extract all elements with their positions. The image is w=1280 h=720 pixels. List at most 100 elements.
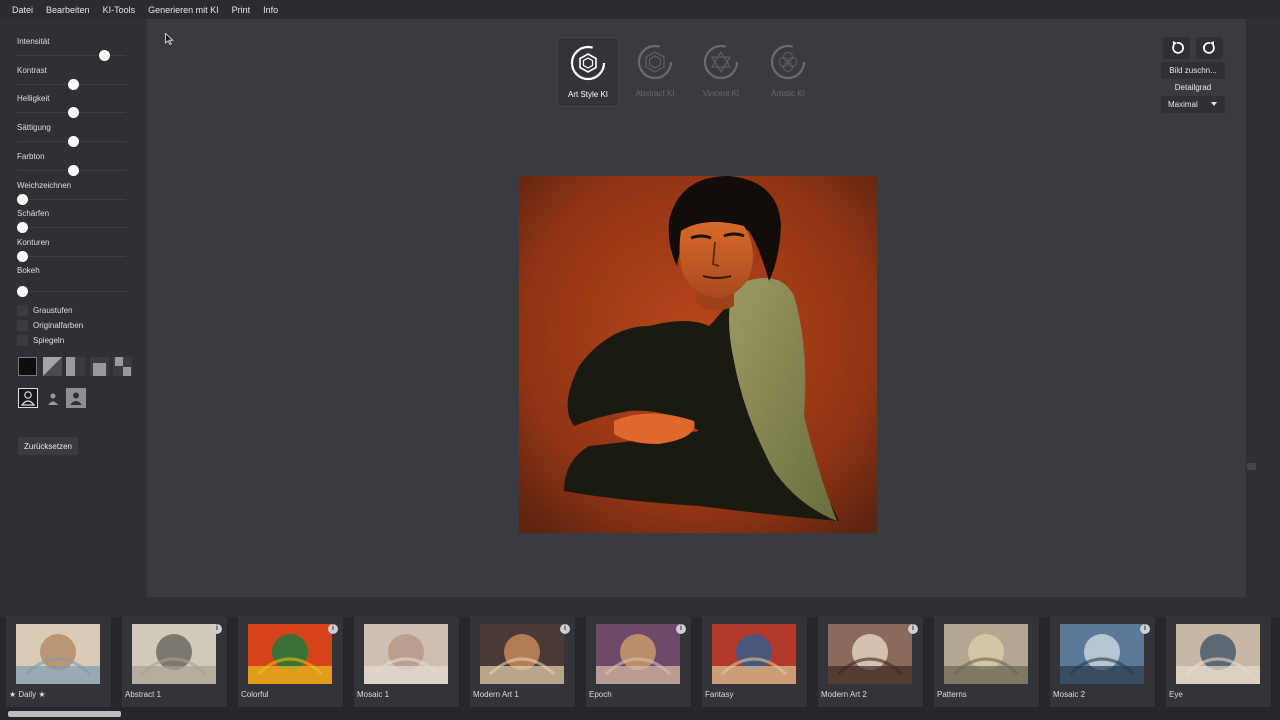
style-preview-image: [828, 624, 912, 684]
info-icon[interactable]: i: [1140, 624, 1150, 634]
mouse-cursor-icon: [165, 33, 174, 45]
slider-knob[interactable]: [17, 222, 28, 233]
hexagon-pattern-icon: [637, 44, 673, 80]
slider-label: Schärfen: [17, 209, 50, 218]
tab-label: Vincent KI: [702, 89, 740, 98]
style-label: Patterns: [937, 690, 967, 699]
style-preview-image: [248, 624, 332, 684]
checkbox-label: Originalfarben: [33, 320, 84, 330]
style-thumb[interactable]: Eye: [1166, 617, 1271, 707]
reset-button[interactable]: Zurücksetzen: [18, 437, 78, 455]
checkbox-spiegeln[interactable]: Spiegeln: [17, 334, 64, 346]
tab-art-style-ki[interactable]: Art Style KI: [557, 37, 619, 107]
style-thumb[interactable]: Patterns: [934, 617, 1039, 707]
checkbox-originalfarben[interactable]: Originalfarben: [17, 319, 83, 331]
tab-artistic-ki[interactable]: Artistic KI: [757, 37, 819, 107]
style-label: Mosaic 1: [357, 690, 390, 699]
menu-info[interactable]: Info: [263, 5, 278, 15]
slider-track[interactable]: [17, 55, 126, 56]
style-thumb[interactable]: Mosaic 1: [354, 617, 459, 707]
style-preview-image: [944, 624, 1028, 684]
slider-knob[interactable]: [98, 50, 110, 61]
menu-print[interactable]: Print: [232, 5, 251, 15]
slider-label: Sättigung: [17, 123, 51, 132]
slider-knob[interactable]: [68, 107, 79, 118]
undo-icon: [1171, 41, 1184, 54]
menu-datei[interactable]: Datei: [12, 5, 33, 15]
slider-track[interactable]: [17, 291, 126, 292]
hexagon-ring-icon: [570, 45, 606, 81]
slider-knob[interactable]: [68, 136, 79, 147]
redo-icon: [1202, 41, 1215, 54]
person-small-icon[interactable]: [43, 388, 63, 408]
checkbox-box[interactable]: [17, 304, 28, 316]
detail-level-label: Detailgrad: [1174, 83, 1212, 92]
slider-knob[interactable]: [68, 165, 79, 176]
info-icon[interactable]: i: [908, 624, 918, 634]
slider-track[interactable]: [17, 227, 126, 228]
filmstrip-scrollbar[interactable]: [8, 711, 121, 717]
tab-vincent-ki[interactable]: Vincent KI: [690, 37, 752, 107]
scroll-handle[interactable]: [1247, 463, 1256, 470]
style-preview-image: [1176, 624, 1260, 684]
style-thumb[interactable]: i Abstract 1: [122, 617, 227, 707]
slider-knob[interactable]: [17, 194, 28, 205]
style-thumb[interactable]: Fantasy: [702, 617, 807, 707]
detail-level-value: Maximal: [1168, 100, 1198, 109]
checkbox-box[interactable]: [17, 319, 28, 331]
detail-level-select[interactable]: Maximal: [1161, 96, 1225, 113]
style-thumb[interactable]: i Colorful: [238, 617, 343, 707]
style-preview-image: [712, 624, 796, 684]
person-outline-icon[interactable]: [18, 388, 38, 408]
slider-track[interactable]: [17, 256, 126, 257]
blend-mode-bottom-icon[interactable]: [90, 357, 109, 376]
style-preview-image: [132, 624, 216, 684]
blend-mode-split-icon[interactable]: [66, 357, 85, 376]
menu-bearbeiten[interactable]: Bearbeiten: [46, 5, 90, 15]
tab-label: Abstract KI: [635, 89, 675, 98]
undo-button[interactable]: [1163, 37, 1190, 59]
style-label: Modern Art 2: [821, 690, 867, 699]
slider-knob[interactable]: [68, 79, 79, 90]
tab-abstract-ki[interactable]: Abstract KI: [624, 37, 686, 107]
style-thumb[interactable]: i Modern Art 1: [470, 617, 575, 707]
checkbox-label: Spiegeln: [33, 335, 65, 345]
tab-label: Artistic KI: [771, 89, 805, 98]
style-thumb[interactable]: i Modern Art 2: [818, 617, 923, 707]
slider-track[interactable]: [17, 199, 126, 200]
style-preview-image: [364, 624, 448, 684]
slider-knob[interactable]: [17, 251, 28, 262]
star-hexagon-icon: [703, 44, 739, 80]
slider-label: Farbton: [17, 152, 45, 161]
style-thumb[interactable]: ★ Daily ★: [6, 617, 111, 707]
checkbox-box[interactable]: [17, 334, 28, 346]
blend-mode-quarters-icon[interactable]: [113, 357, 132, 376]
menu-ki-tools[interactable]: KI-Tools: [103, 5, 136, 15]
style-thumb[interactable]: i Epoch: [586, 617, 691, 707]
info-icon[interactable]: i: [212, 624, 222, 634]
slider-knob[interactable]: [17, 286, 28, 297]
style-preview-image: [596, 624, 680, 684]
person-filled-icon[interactable]: [66, 388, 86, 408]
style-preview-image: [16, 624, 100, 684]
crop-image-button[interactable]: Bild zuschn...: [1161, 62, 1225, 79]
slider-label: Helligkeit: [17, 94, 50, 103]
menu-generieren[interactable]: Generieren mit KI: [148, 5, 219, 15]
checkbox-graustufen[interactable]: Graustufen: [17, 304, 73, 316]
info-icon[interactable]: i: [328, 624, 338, 634]
slider-label: Konturen: [17, 238, 50, 247]
info-icon[interactable]: i: [560, 624, 570, 634]
blend-mode-diagonal-icon[interactable]: [43, 357, 62, 376]
style-label: Fantasy: [705, 690, 734, 699]
slider-label: Intensität: [17, 37, 50, 46]
style-label: Colorful: [241, 690, 269, 699]
style-label: ★ Daily ★: [9, 690, 46, 699]
style-preview-image: [480, 624, 564, 684]
info-icon[interactable]: i: [676, 624, 686, 634]
blend-mode-full-icon[interactable]: [18, 357, 37, 376]
style-label: Modern Art 1: [473, 690, 519, 699]
chevron-down-icon: [1211, 102, 1217, 106]
adjustments-panel: Intensität Kontrast Helligkeit Sättigung Far…: [0, 19, 147, 617]
style-thumb[interactable]: i Mosaic 2: [1050, 617, 1155, 707]
redo-button[interactable]: [1196, 37, 1223, 59]
